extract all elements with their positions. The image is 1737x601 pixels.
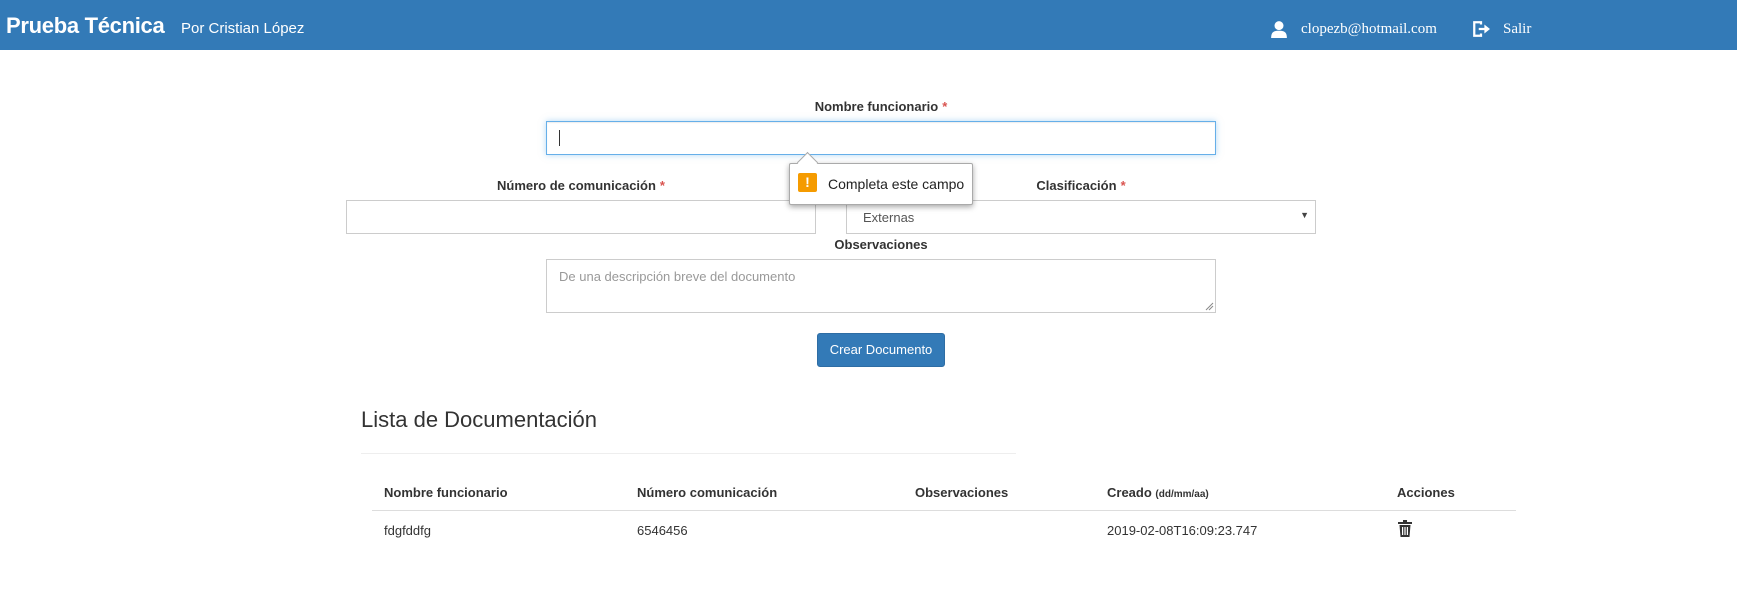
nombre-funcionario-label-text: Nombre funcionario: [814, 99, 939, 114]
nombre-funcionario-input[interactable]: [546, 121, 1216, 155]
trash-icon[interactable]: [1398, 520, 1412, 537]
cell-numero: 6546456: [637, 523, 688, 538]
column-header-numero: Número comunicación: [637, 485, 778, 500]
logout-icon: [1473, 21, 1490, 37]
column-header-creado: Creado (dd/mm/aa): [1107, 485, 1209, 500]
user-icon: [1271, 21, 1287, 38]
cell-nombre: fdgfddfg: [384, 523, 431, 538]
numero-comunicacion-input[interactable]: [346, 200, 816, 234]
required-mark: *: [1120, 178, 1126, 193]
warning-icon: !: [798, 173, 817, 192]
cell-creado: 2019-02-08T16:09:23.747: [1107, 523, 1258, 538]
numero-comunicacion-label: Número de comunicación *: [346, 178, 816, 193]
dropdown-arrow-icon: ▼: [1300, 210, 1309, 220]
logout-label: Salir: [1503, 20, 1532, 37]
lista-documentacion-title: Lista de Documentación: [361, 407, 598, 432]
user-menu[interactable]: clopezb@hotmail.com: [1270, 20, 1437, 38]
section-divider: [361, 453, 1016, 454]
required-mark: *: [942, 99, 948, 114]
observaciones-label: Observaciones: [834, 237, 928, 252]
column-header-acciones: Acciones: [1397, 485, 1455, 500]
column-header-creado-hint: (dd/mm/aa): [1155, 489, 1209, 500]
observaciones-placeholder: De una descripción breve del documento: [559, 269, 796, 284]
logout-link[interactable]: Salir: [1472, 20, 1531, 38]
clasificacion-select[interactable]: Externas ▼: [846, 200, 1316, 234]
observaciones-textarea[interactable]: De una descripción breve del documento: [546, 259, 1216, 313]
text-caret: [559, 130, 560, 146]
user-email: clopezb@hotmail.com: [1301, 20, 1437, 37]
brand-title[interactable]: Prueba Técnica: [6, 13, 165, 39]
top-navbar: Prueba Técnica Por Cristian López clopez…: [0, 0, 1737, 50]
column-header-nombre: Nombre funcionario: [384, 485, 508, 500]
validation-message: Completa este campo: [828, 176, 965, 192]
required-mark: *: [659, 178, 665, 193]
clasificacion-label-text: Clasificación: [1036, 178, 1117, 193]
crear-documento-button[interactable]: Crear Documento: [817, 333, 945, 367]
validation-tooltip: ! Completa este campo: [789, 163, 973, 205]
nombre-funcionario-label: Nombre funcionario *: [546, 99, 1216, 114]
column-header-creado-text: Creado: [1107, 485, 1152, 500]
resize-handle-icon[interactable]: [1204, 301, 1214, 311]
numero-comunicacion-label-text: Número de comunicación: [497, 178, 656, 193]
clasificacion-selected-value: Externas: [863, 210, 915, 225]
author-byline: Por Cristian López: [181, 20, 305, 37]
table-header-divider: [372, 510, 1516, 511]
column-header-observaciones: Observaciones: [915, 485, 1009, 500]
